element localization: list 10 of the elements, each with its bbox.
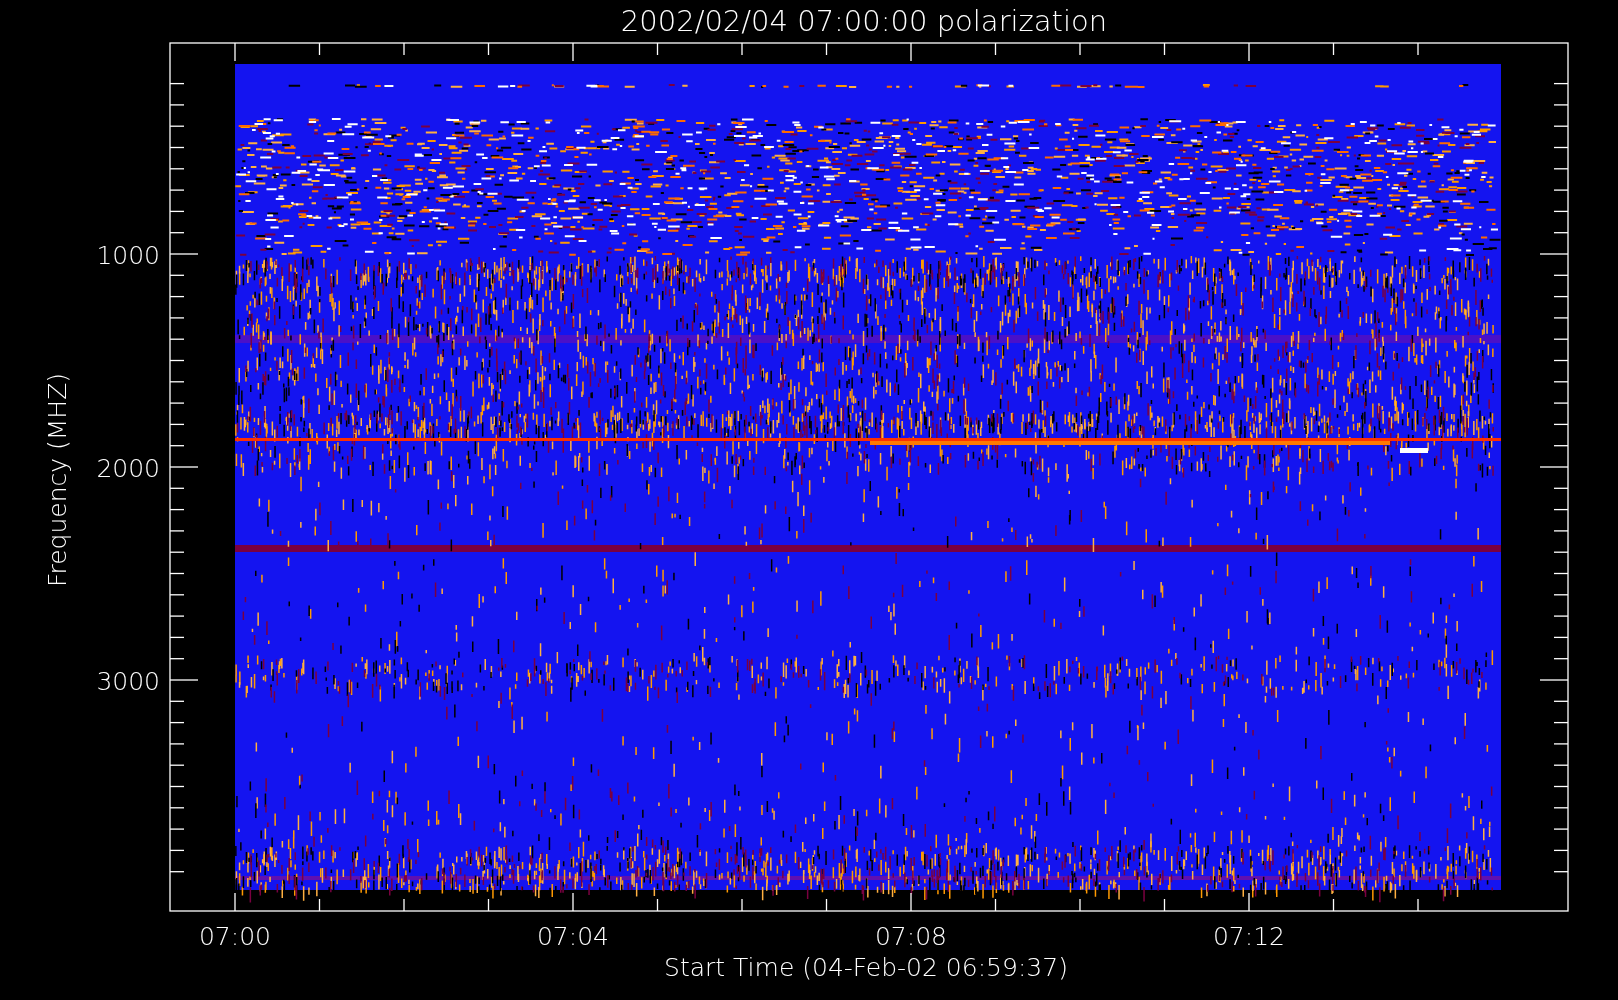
y-tick-label: 2000	[96, 454, 160, 483]
x-tick-label: 07:12	[1213, 922, 1285, 951]
x-axis-title: Start Time (04-Feb-02 06:59:37)	[664, 953, 1068, 982]
x-tick-label: 07:00	[199, 922, 271, 951]
y-tick-label: 3000	[96, 667, 160, 696]
y-tick-label: 1000	[96, 241, 160, 270]
x-tick-label: 07:08	[875, 922, 947, 951]
x-tick-label: 07:04	[537, 922, 609, 951]
y-axis-title: Frequency (MHZ)	[43, 372, 72, 588]
chart-title: 2002/02/04 07:00:00 polarization	[620, 4, 1108, 38]
